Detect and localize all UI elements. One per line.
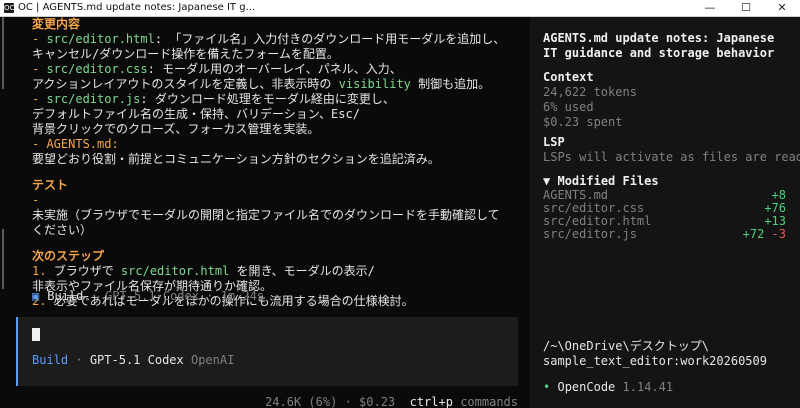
change-item: - AGENTS.md: — [32, 137, 119, 151]
change-item: - src/editor.js: ダウンロード処理をモーダル経由に変更し、 — [32, 92, 395, 106]
modified-files-heading[interactable]: ▼ Modified Files — [543, 174, 793, 189]
test-text: ください） — [32, 223, 93, 237]
app-name: OpenCode — [557, 380, 616, 394]
scroll-indicator[interactable] — [2, 17, 4, 89]
change-item-cont: 要望どおり役割・前提とコミュニケーション方針のセクションを追記済み。 — [32, 152, 440, 166]
modified-file[interactable]: src/editor.js +72 -3 — [543, 228, 793, 241]
session-title: AGENTS.md update notes: Japanese IT guid… — [543, 31, 775, 60]
message-status-line: ▣ Build · GPT-5.1 Codex · 1m 24s — [32, 289, 265, 303]
agent-status-icon: ▣ — [32, 289, 40, 303]
maximize-button[interactable]: ☐ — [728, 0, 764, 16]
file-link[interactable]: src/editor.html — [46, 32, 154, 46]
duration: 1m 24s — [220, 289, 265, 303]
window-titlebar: OC OC | AGENTS.md update notes: Japanese… — [0, 0, 800, 17]
cost: $0.23 — [359, 395, 396, 408]
shortcut-label[interactable]: commands — [460, 395, 518, 408]
bottom-status-bar: 24.6K (6%) · $0.23 ctrl+p commands — [265, 395, 518, 408]
window-title: OC | AGENTS.md update notes: Japanese IT… — [18, 2, 256, 13]
next-step-item: 1. ブラウザで src/editor.html を開き、モーダルの表示/ — [32, 264, 375, 278]
file-link[interactable]: AGENTS.md — [46, 137, 111, 151]
change-item: - src/editor.html: 「ファイル名」入力付きのダウンロード用モー… — [32, 32, 506, 46]
status-dot-icon: • — [543, 380, 551, 394]
app-icon: OC — [4, 3, 15, 13]
test-text: 未実施（ブラウザでモーダルの開閉と指定ファイル名でのダウンロードを手動確認して — [32, 208, 500, 222]
test-bullet: - — [32, 193, 40, 207]
code-span: visibility — [338, 77, 411, 91]
assistant-message: 変更内容 - src/editor.html: 「ファイル名」入力付きのダウンロ… — [32, 17, 527, 309]
changes-heading: 変更内容 — [32, 17, 81, 31]
change-item-cont: 背景クリックでのクローズ、フォーカス管理を実装。 — [32, 122, 320, 136]
change-item-cont: アクションレイアウトのスタイルを定義し、非表示時の visibility 制御も… — [32, 77, 491, 91]
model-selector[interactable]: GPT-5.1 Codex — [90, 353, 184, 367]
app-version-line: • OpenCode 1.14.41 — [543, 380, 793, 395]
next-steps-heading: 次のステップ — [32, 249, 105, 263]
context-heading: Context — [543, 70, 594, 84]
prompt-input[interactable]: Build · GPT-5.1 Codex OpenAI — [16, 317, 518, 386]
mode-selector[interactable]: Build — [32, 353, 68, 367]
lsp-status: LSPs will activate as files are read — [543, 150, 800, 164]
file-link[interactable]: src/editor.html — [121, 264, 229, 278]
test-heading: テスト — [32, 178, 69, 192]
provider-label: OpenAI — [190, 353, 235, 367]
working-directory-branch: sample_text_editor:work20260509 — [543, 354, 767, 368]
lsp-heading: LSP — [543, 135, 565, 149]
mode-line: Build · GPT-5.1 Codex OpenAI — [32, 353, 235, 367]
context-tokens: 24,622 tokens — [543, 85, 637, 99]
change-item: - src/editor.css: モーダル用のオーバーレイ、パネル、入力、 — [32, 62, 402, 76]
file-link[interactable]: src/editor.js — [46, 92, 140, 106]
change-item-cont: デフォルトファイル名の生成・保持、バリデーション、Esc/ — [32, 107, 360, 121]
shortcut-key: ctrl+p — [409, 395, 453, 408]
agent-name: Build — [47, 289, 84, 303]
app-version: 1.14.41 — [622, 380, 674, 394]
minimize-button[interactable]: — — [692, 0, 728, 16]
collapse-toggle-icon[interactable]: ▼ — [543, 174, 550, 188]
context-spent: $0.23 spent — [543, 115, 623, 129]
close-button[interactable]: ✕ — [764, 0, 800, 16]
text-cursor — [32, 328, 40, 341]
change-item-cont: キャンセル/ダウンロード操作を備えたフォームを配置。 — [32, 47, 339, 61]
model-name: GPT-5.1 Codex — [105, 289, 199, 303]
token-usage: 24.6K (6%) — [265, 395, 338, 408]
session-sidebar: AGENTS.md update notes: Japanese IT guid… — [530, 17, 800, 408]
file-link[interactable]: src/editor.css — [46, 62, 147, 76]
working-directory: /~\OneDrive\デスクトップ\ — [543, 339, 709, 353]
message-marker — [2, 229, 4, 289]
context-used: 6% used — [543, 100, 594, 114]
conversation-pane[interactable]: 変更内容 - src/editor.html: 「ファイル名」入力付きのダウンロ… — [0, 17, 530, 408]
